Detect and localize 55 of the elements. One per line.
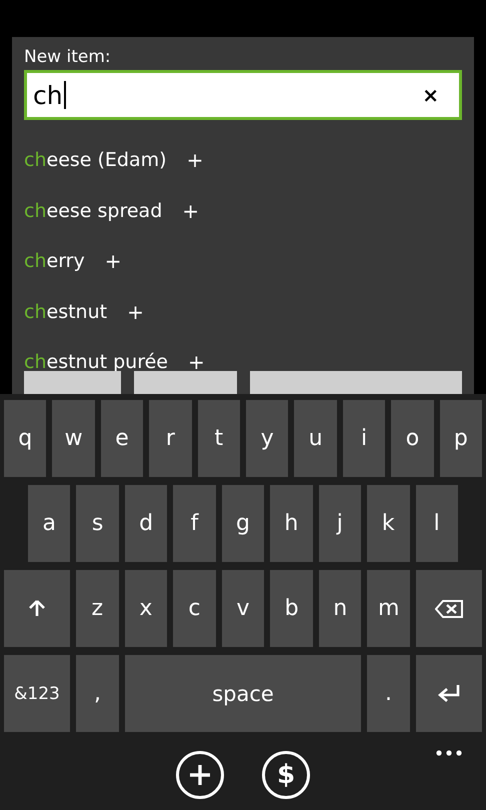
- add-button[interactable]: +: [184, 350, 209, 374]
- key[interactable]: z: [76, 570, 119, 647]
- key[interactable]: w: [52, 400, 95, 477]
- enter-icon: [437, 684, 461, 703]
- key[interactable]: t: [198, 400, 240, 477]
- key[interactable]: e: [100, 400, 144, 477]
- key[interactable]: i: [342, 400, 386, 477]
- input-field[interactable]: ch ×: [24, 70, 462, 120]
- clear-button[interactable]: ×: [410, 83, 451, 107]
- key[interactable]: u: [294, 400, 337, 477]
- partial-button[interactable]: [134, 370, 237, 394]
- key[interactable]: f: [173, 485, 216, 562]
- field-label: New item:: [24, 46, 112, 69]
- add-button[interactable]: [176, 751, 224, 799]
- key[interactable]: r: [149, 400, 192, 477]
- suggestion-item[interactable]: cherry: [24, 250, 85, 272]
- enter-key[interactable]: [416, 655, 482, 732]
- key[interactable]: h: [270, 485, 313, 562]
- backspace-key[interactable]: [416, 570, 482, 647]
- key[interactable]: s: [76, 485, 119, 562]
- partial-button[interactable]: [250, 370, 462, 394]
- suggestion-item[interactable]: cheese (Edam): [24, 149, 167, 172]
- suggestion-item[interactable]: chestnut: [24, 300, 108, 323]
- key[interactable]: l: [416, 485, 458, 562]
- currency-button[interactable]: $: [262, 751, 310, 799]
- key[interactable]: j: [318, 485, 362, 562]
- key[interactable]: ,: [76, 655, 119, 732]
- backspace-icon: [435, 598, 464, 618]
- key[interactable]: p: [440, 400, 482, 477]
- key[interactable]: o: [391, 400, 434, 477]
- key[interactable]: g: [222, 485, 264, 562]
- add-button[interactable]: +: [123, 300, 148, 324]
- key[interactable]: c: [173, 570, 216, 647]
- more-icon[interactable]: [436, 750, 462, 756]
- key[interactable]: n: [318, 570, 362, 647]
- key[interactable]: b: [270, 570, 313, 647]
- add-button[interactable]: +: [182, 148, 208, 172]
- key[interactable]: .: [367, 655, 410, 732]
- key[interactable]: d: [124, 485, 168, 562]
- key[interactable]: q: [4, 400, 46, 477]
- suggestion-item[interactable]: cheese spread: [24, 200, 162, 222]
- up-arrow-icon: [28, 599, 46, 618]
- symbols-key[interactable]: &123: [4, 655, 70, 732]
- key[interactable]: v: [222, 570, 264, 647]
- key[interactable]: x: [124, 570, 168, 647]
- space-key[interactable]: space: [125, 655, 361, 732]
- key[interactable]: m: [367, 570, 410, 647]
- add-button[interactable]: +: [100, 249, 126, 274]
- partial-button[interactable]: [24, 370, 121, 394]
- key[interactable]: a: [28, 485, 70, 562]
- key[interactable]: k: [367, 485, 410, 562]
- add-button[interactable]: +: [178, 198, 204, 223]
- suggestion-item[interactable]: chestnut purée: [24, 351, 168, 374]
- plus-icon: [189, 764, 211, 786]
- key[interactable]: y: [246, 400, 288, 477]
